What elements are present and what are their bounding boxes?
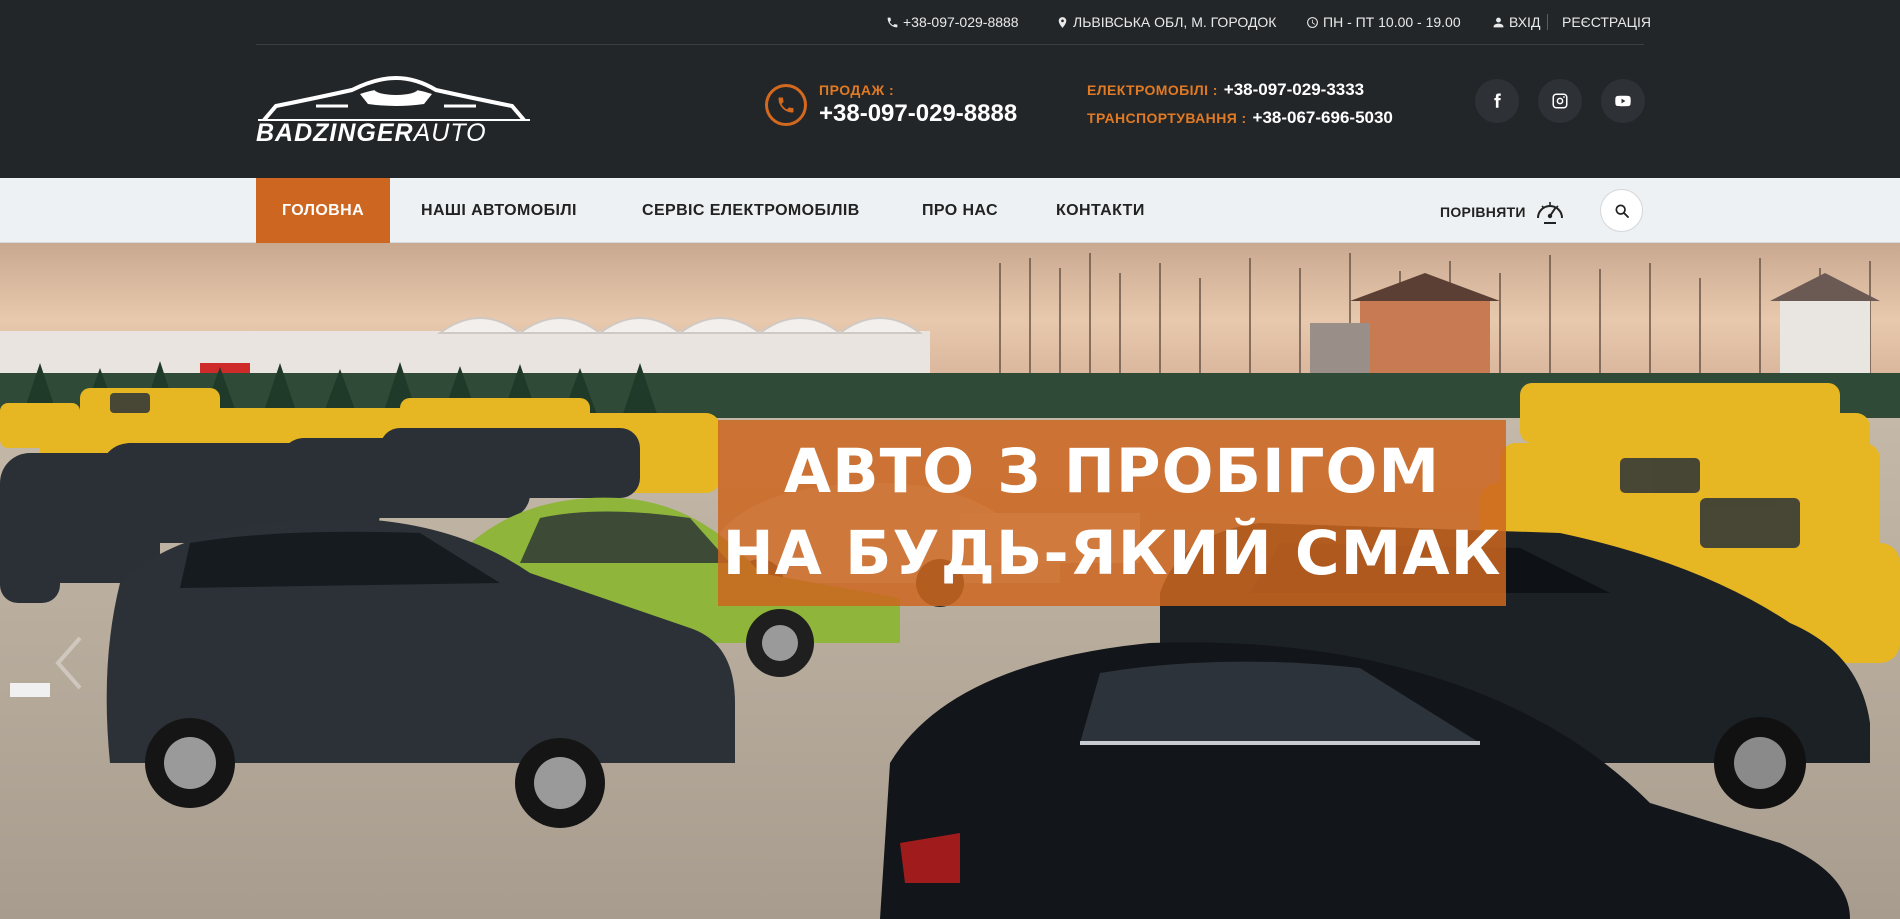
facebook-icon — [1494, 93, 1501, 108]
hero-banner: АВТО З ПРОБІГОМ НА БУДЬ-ЯКИЙ СМАК — [718, 420, 1506, 606]
search-icon — [1614, 203, 1629, 218]
phone-circle-icon — [765, 84, 807, 126]
user-icon — [1493, 17, 1504, 27]
slider-prev-arrow-icon[interactable] — [50, 633, 90, 693]
contact-row-transport: ТРАНСПОРТУВАННЯ : +38-067-696-5030 — [1087, 108, 1393, 136]
main-navigation: ГОЛОВНА НАШІ АВТОМОБІЛІ СЕРВІС ЕЛЕКТРОМО… — [0, 178, 1900, 243]
phone-icon — [887, 17, 898, 27]
nav-item-ev-service[interactable]: СЕРВІС ЕЛЕКТРОМОБІЛІВ — [642, 178, 860, 243]
site-logo[interactable]: BADZINGERAUTO — [256, 76, 532, 148]
facebook-button[interactable] — [1475, 79, 1519, 123]
top-phone-text: +38-097-029-8888 — [903, 14, 1019, 30]
hero-slider: АВТО З ПРОБІГОМ НА БУДЬ-ЯКИЙ СМАК — [0, 243, 1900, 919]
logo-bold: BADZINGER — [256, 119, 414, 147]
contact-row-ev: ЕЛЕКТРОМОБІЛІ : +38-097-029-3333 — [1087, 80, 1393, 108]
logo-thin: AUTO — [413, 119, 487, 147]
hero-title-line2: НА БУДЬ-ЯКИЙ СМАК — [722, 518, 1502, 589]
contact-phone[interactable]: +38-097-029-3333 — [1224, 80, 1364, 100]
map-marker-icon — [1058, 16, 1067, 28]
sales-contact: ПРОДАЖ : +38-097-029-8888 — [765, 82, 1017, 128]
nav-item-contacts[interactable]: КОНТАКТИ — [1056, 178, 1145, 243]
nav-item-home[interactable]: ГОЛОВНА — [256, 178, 391, 243]
login-label: ВХІД — [1509, 14, 1541, 30]
top-info-bar: +38-097-029-8888 ЛЬВІВСЬКА ОБЛ, М. ГОРОД… — [256, 0, 1651, 45]
top-hours: ПН - ПТ 10.00 - 19.00 — [1306, 14, 1461, 30]
hero-title-line1: АВТО З ПРОБІГОМ — [783, 436, 1441, 507]
sales-label: ПРОДАЖ : — [819, 82, 895, 98]
search-button[interactable] — [1600, 189, 1643, 232]
department-contacts: ЕЛЕКТРОМОБІЛІ : +38-097-029-3333 ТРАНСПО… — [1087, 80, 1393, 136]
youtube-button[interactable] — [1601, 79, 1645, 123]
instagram-button[interactable] — [1538, 79, 1582, 123]
sales-phone[interactable]: +38-097-029-8888 — [819, 100, 1017, 128]
compare-label: ПОРІВНЯТИ — [1440, 204, 1526, 220]
instagram-icon — [1552, 93, 1568, 109]
nav-item-about[interactable]: ПРО НАС — [922, 178, 998, 243]
speedometer-icon — [1536, 202, 1563, 224]
nav-item-our-cars[interactable]: НАШІ АВТОМОБІЛІ — [421, 178, 577, 243]
clock-icon — [1307, 16, 1318, 28]
top-address-text: ЛЬВІВСЬКА ОБЛ, М. ГОРОДОК — [1073, 14, 1277, 30]
site-header: +38-097-029-8888 ЛЬВІВСЬКА ОБЛ, М. ГОРОД… — [0, 0, 1900, 178]
youtube-icon — [1615, 95, 1631, 107]
car-logo-icon — [258, 76, 530, 122]
top-phone[interactable]: +38-097-029-8888 — [886, 14, 1019, 30]
login-link[interactable]: ВХІД — [1492, 14, 1540, 30]
compare-button[interactable]: ПОРІВНЯТИ — [1440, 196, 1566, 228]
register-link[interactable]: РЕЄСТРАЦІЯ — [1562, 14, 1651, 30]
topline-divider — [1547, 14, 1548, 30]
top-hours-text: ПН - ПТ 10.00 - 19.00 — [1323, 14, 1461, 30]
logo-wordmark: BADZINGERAUTO — [256, 119, 487, 148]
contact-label: ТРАНСПОРТУВАННЯ : — [1087, 110, 1247, 126]
top-address: ЛЬВІВСЬКА ОБЛ, М. ГОРОДОК — [1056, 14, 1276, 30]
contact-phone[interactable]: +38-067-696-5030 — [1253, 108, 1393, 128]
register-label: РЕЄСТРАЦІЯ — [1562, 14, 1652, 30]
contact-label: ЕЛЕКТРОМОБІЛІ : — [1087, 82, 1218, 98]
